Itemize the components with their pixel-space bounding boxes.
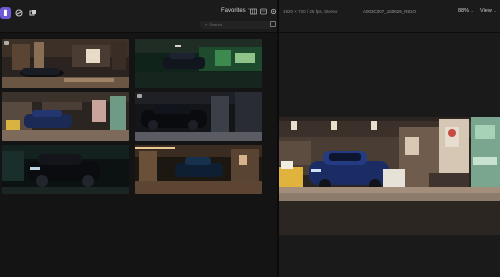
- list-icon[interactable]: [260, 8, 267, 17]
- clip-thumbnail[interactable]: [2, 145, 129, 194]
- viewer-frame: [279, 117, 500, 235]
- clip-thumbnail[interactable]: [135, 39, 262, 88]
- favorite-badge: [137, 94, 142, 98]
- clip-thumbnail[interactable]: [135, 145, 262, 194]
- chevron-down-icon: ⌄: [470, 8, 474, 13]
- filter-label: Favorites: [221, 8, 246, 14]
- viewer-pane: [279, 33, 500, 277]
- view-label: View: [480, 8, 492, 14]
- overlap-squares-icon[interactable]: [27, 7, 39, 19]
- clip-name: A003C007_160629_R81O: [363, 9, 417, 14]
- filmstrip-icon[interactable]: [250, 8, 257, 17]
- clip-filmstrip-toggle-icon[interactable]: [270, 21, 276, 27]
- clip-thumbnail[interactable]: [2, 92, 129, 141]
- filter-dropdown[interactable]: Favorites⌃: [221, 8, 251, 14]
- gear-icon[interactable]: [270, 8, 277, 17]
- toolbar: ▮ Favorites⌃ 1920 × 720 / 25 fps, Stereo…: [0, 0, 500, 33]
- view-dropdown[interactable]: View ⌄: [480, 8, 497, 14]
- browser-grid-icon[interactable]: [13, 7, 25, 19]
- zoom-label: 88%: [458, 8, 470, 14]
- search-icon: ⌕: [205, 22, 208, 27]
- clip-thumbnail[interactable]: [2, 39, 129, 88]
- search-placeholder: Search: [209, 22, 222, 27]
- browser-pane: [0, 33, 277, 277]
- clip-thumbnail[interactable]: [135, 92, 262, 141]
- favorite-badge: [4, 41, 9, 45]
- search-input[interactable]: ⌕ Search: [200, 21, 272, 29]
- clip-format-info: 1920 × 720 / 25 fps, Stereo: [283, 9, 338, 14]
- chevron-down-icon: ⌄: [493, 8, 497, 13]
- zoom-dropdown[interactable]: 88% ⌄: [458, 8, 474, 14]
- sidebar-toggle-icon[interactable]: ▮: [0, 7, 11, 19]
